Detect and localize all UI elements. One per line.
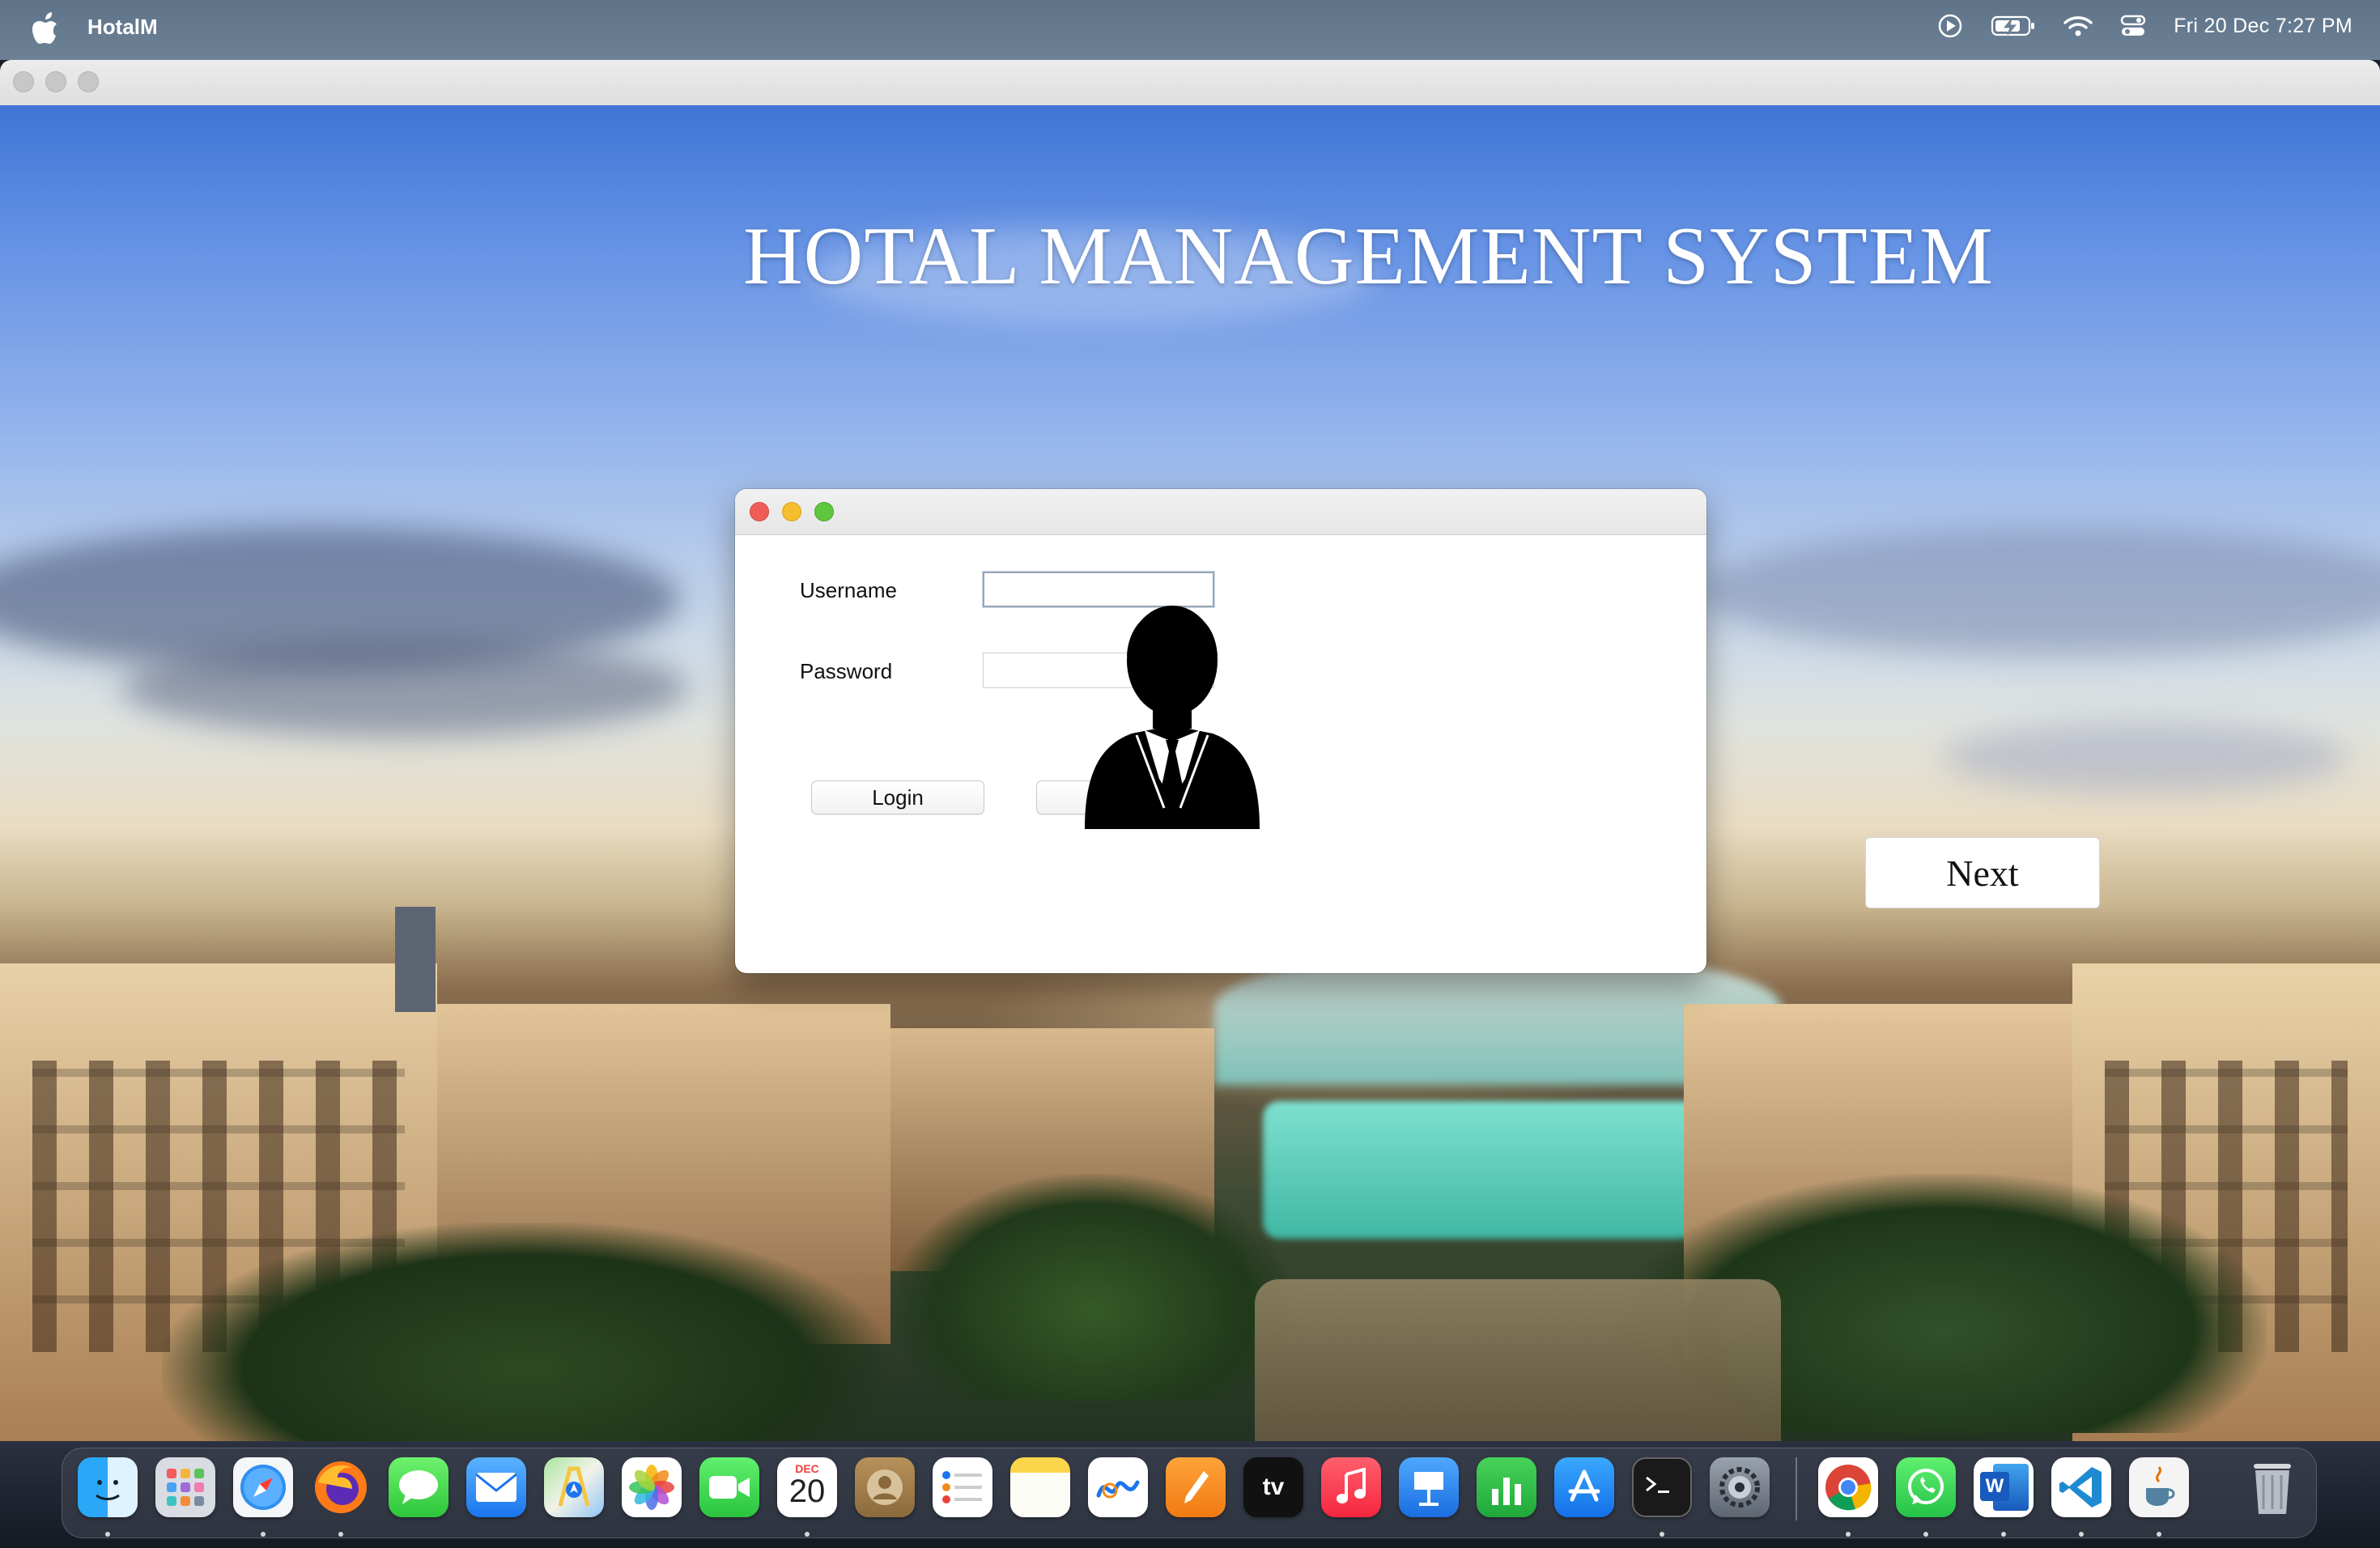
chrome-icon[interactable] bbox=[1818, 1457, 1878, 1517]
dialog-titlebar[interactable] bbox=[735, 489, 1706, 535]
dialog-close-button[interactable] bbox=[750, 502, 769, 521]
distant-tower bbox=[395, 907, 436, 1012]
firefox-running-indicator bbox=[338, 1532, 343, 1537]
calendar-day: 20 bbox=[788, 1474, 826, 1509]
music-icon[interactable] bbox=[1321, 1457, 1381, 1517]
password-label: Password bbox=[800, 659, 893, 683]
businessman-avatar-icon bbox=[1085, 606, 1260, 829]
notes-icon[interactable] bbox=[1010, 1457, 1070, 1517]
menu-bar: HotalM Fri 20 Dec 7:27 PM bbox=[0, 0, 2380, 60]
photos-icon[interactable] bbox=[622, 1457, 682, 1517]
safari-icon[interactable] bbox=[233, 1457, 293, 1517]
apple-tv-label: tv bbox=[1262, 1474, 1285, 1500]
java-running-indicator bbox=[2157, 1532, 2161, 1537]
window-zoom-button[interactable] bbox=[78, 71, 99, 92]
system-settings-icon[interactable] bbox=[1710, 1457, 1770, 1517]
calendar-running-indicator bbox=[805, 1532, 810, 1537]
numbers-icon[interactable] bbox=[1477, 1457, 1536, 1517]
apple-menu-icon[interactable] bbox=[31, 11, 63, 47]
window-close-button[interactable] bbox=[13, 71, 34, 92]
login-dialog: Username Password Login Cancel bbox=[735, 489, 1706, 973]
play-circle-icon[interactable] bbox=[1937, 13, 1963, 39]
next-button[interactable]: Next bbox=[1865, 837, 2100, 908]
java-icon[interactable] bbox=[2129, 1457, 2189, 1517]
app-title: HOTAL MANAGEMENT SYSTEM bbox=[743, 211, 1994, 302]
safari-running-indicator bbox=[261, 1532, 266, 1537]
cloud-shape bbox=[1943, 721, 2348, 793]
chrome-running-indicator bbox=[1846, 1532, 1851, 1537]
active-app-name[interactable]: HotalM bbox=[87, 15, 158, 40]
reminders-icon[interactable] bbox=[933, 1457, 992, 1517]
cloud-shape bbox=[121, 640, 688, 737]
menubar-clock[interactable]: Fri 20 Dec 7:27 PM bbox=[2174, 15, 2352, 38]
wifi-icon[interactable] bbox=[2063, 15, 2093, 37]
whatsapp-icon[interactable] bbox=[1896, 1457, 1956, 1517]
vscode-running-indicator bbox=[2079, 1532, 2084, 1537]
cloud-shape bbox=[1700, 526, 2380, 656]
control-center-icon[interactable] bbox=[2120, 14, 2146, 38]
app-store-icon[interactable] bbox=[1554, 1457, 1614, 1517]
login-button[interactable]: Login bbox=[811, 780, 984, 814]
maps-icon[interactable] bbox=[544, 1457, 604, 1517]
freeform-icon[interactable] bbox=[1088, 1457, 1148, 1517]
finder-running-indicator bbox=[105, 1532, 110, 1537]
word-letter: W bbox=[1985, 1475, 2004, 1497]
messages-icon[interactable] bbox=[389, 1457, 448, 1517]
username-label: Username bbox=[800, 578, 897, 602]
keynote-icon[interactable] bbox=[1399, 1457, 1459, 1517]
facetime-icon[interactable] bbox=[699, 1457, 759, 1517]
dialog-zoom-button[interactable] bbox=[814, 502, 834, 521]
dialog-minimize-button[interactable] bbox=[782, 502, 801, 521]
contacts-icon[interactable] bbox=[855, 1457, 915, 1517]
dock-separator bbox=[1796, 1457, 1797, 1520]
firefox-icon[interactable] bbox=[311, 1457, 371, 1517]
terrace-area bbox=[1255, 1279, 1781, 1441]
finder-icon[interactable] bbox=[78, 1457, 138, 1517]
window-titlebar[interactable] bbox=[0, 60, 2380, 106]
terminal-icon[interactable] bbox=[1632, 1457, 1692, 1517]
word-running-indicator bbox=[2001, 1532, 2006, 1537]
pages-icon[interactable] bbox=[1166, 1457, 1226, 1517]
window-minimize-button[interactable] bbox=[45, 71, 66, 92]
mail-icon[interactable] bbox=[466, 1457, 526, 1517]
whatsapp-running-indicator bbox=[1923, 1532, 1928, 1537]
word-icon[interactable]: W bbox=[1974, 1457, 2034, 1517]
launchpad-icon[interactable] bbox=[155, 1457, 215, 1517]
palm-trees-center bbox=[890, 1174, 1295, 1401]
battery-charging-icon[interactable] bbox=[1991, 14, 2036, 38]
palm-trees-left bbox=[162, 1223, 890, 1441]
apple-tv-icon[interactable]: tv bbox=[1243, 1457, 1303, 1517]
vscode-icon[interactable] bbox=[2051, 1457, 2111, 1517]
main-window: HOTAL MANAGEMENT SYSTEM Username Passwor… bbox=[0, 60, 2380, 1441]
trash-icon[interactable] bbox=[2242, 1457, 2302, 1517]
terminal-running-indicator bbox=[1660, 1532, 1664, 1537]
calendar-icon[interactable]: DEC 20 bbox=[777, 1457, 837, 1517]
